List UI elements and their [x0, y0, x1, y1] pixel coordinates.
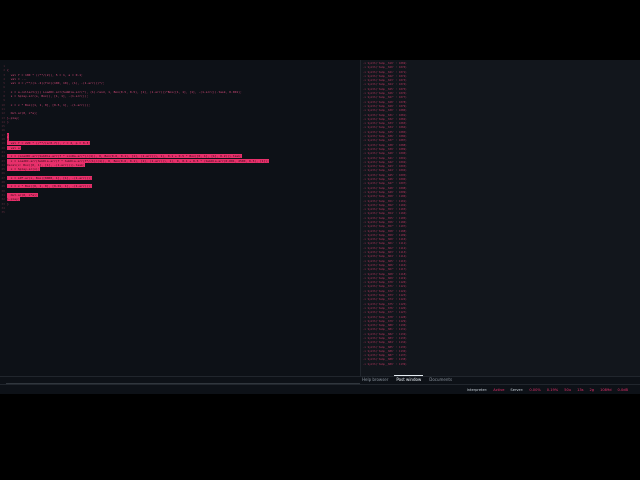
- server-synthdefs[interactable]: 1089d: [600, 388, 611, 392]
- server-synths[interactable]: 13s: [577, 388, 583, 392]
- code-area[interactable]: { val f = 100 * (/**/(2)), 5 = 1, a = 0.…: [7, 64, 357, 214]
- code-line-text: val a;: [7, 145, 22, 150]
- code-line-text: val f = 220 * (/**/(a:0.7)), r = 4, p = …: [7, 141, 91, 146]
- status-bar: Interpreter: Active Server: 0.00% 0.19% …: [0, 384, 640, 394]
- server-groups[interactable]: 2g: [590, 388, 595, 392]
- interpreter-status[interactable]: Active: [493, 388, 504, 392]
- server-avg-cpu[interactable]: 0.00%: [529, 388, 540, 392]
- code-line-text: x = x * Box([1, 1, 0], [0.5, 1], -(1.arr…: [7, 102, 91, 107]
- code-line-text: x = x * Box([0, 1, 0], [0.01, 1], -(1.ar…: [7, 184, 92, 189]
- code-line-text: ): [7, 201, 9, 206]
- ide-window: 1 2 3 4 5 6 7 8 9 10 11 12 13 14 15 16 17 18 19 20 21 22 23 24 2…: [0, 60, 640, 394]
- dock-tabs: Help browser Post window Documents: [360, 374, 640, 383]
- code-line[interactable]: [7, 210, 357, 214]
- code-line-text: }.play;: [7, 197, 20, 202]
- code-line-text: x = LPF.ar(x, Box([8000, 1], [1], -(1.ar…: [7, 175, 92, 180]
- post-window-pane[interactable]: -> Synth('temp__619' : 1069) -> Synth('te…: [360, 60, 640, 376]
- code-line-text: x = (LoadDC.arr(SubDia.arr(f * LinRa.ar(…: [7, 154, 242, 159]
- server-peak-cpu[interactable]: 0.19%: [547, 388, 558, 392]
- code-line-text: }.play;: [7, 115, 20, 120]
- interpreter-label: Interpreter:: [466, 387, 488, 392]
- code-line-text: val d = /**/(1..2)(fn=)(100, 10), (1), -…: [7, 81, 105, 86]
- server-volume[interactable]: 0.0dB: [618, 388, 628, 392]
- server-ugens[interactable]: 50u: [564, 388, 571, 392]
- code-line-text: x = Splay.ar(x);: [7, 167, 40, 172]
- line-number: 35: [1, 210, 5, 215]
- code-line-text: ): [7, 119, 9, 124]
- tab-post-window[interactable]: Post window: [394, 374, 424, 382]
- code-line-text: s = Splay.arr(s, Box(), [1, 1], -(1.arr(…: [7, 94, 89, 99]
- tab-documents[interactable]: Documents: [427, 377, 454, 382]
- code-line-text: x = LoadDC.arr(SubDia.arr(f * SubDia.arr…: [7, 158, 269, 163]
- code-editor[interactable]: 1 2 3 4 5 6 7 8 9 10 11 12 13 14 15 16 17 18 19 20 21 22 23 24 2…: [0, 60, 360, 376]
- server-label: Server:: [510, 387, 524, 392]
- tab-help-browser[interactable]: Help browser: [360, 377, 390, 382]
- line-number-gutter: 1 2 3 4 5 6 7 8 9 10 11 12 13 14 15 16 17 18 19 20 21 22 23 24 2…: [0, 64, 6, 214]
- post-window-output: -> Synth('temp__619' : 1069) -> Synth('te…: [363, 62, 427, 367]
- post-line: -> Synth('temp__689' : 1139): [363, 362, 407, 366]
